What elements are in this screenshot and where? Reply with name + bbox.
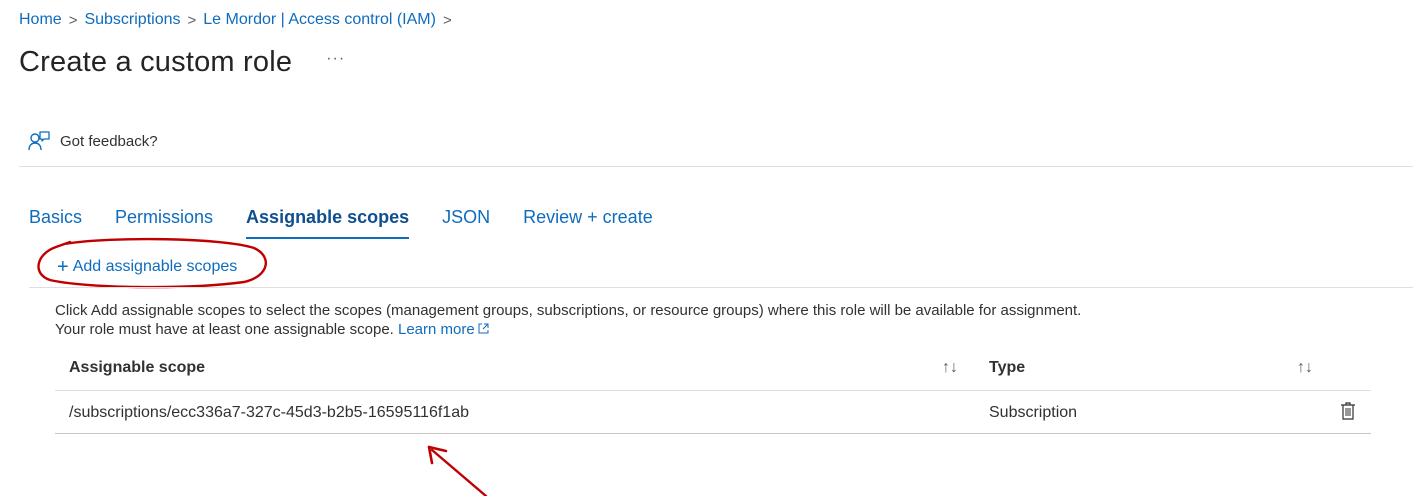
breadcrumb-home[interactable]: Home bbox=[19, 11, 62, 29]
divider bbox=[19, 166, 1413, 167]
learn-more-link[interactable]: Learn more bbox=[398, 321, 489, 338]
plus-icon: + bbox=[57, 256, 69, 278]
breadcrumb-access-control[interactable]: Le Mordor | Access control (IAM) bbox=[203, 11, 436, 29]
type-cell: Subscription bbox=[989, 404, 1078, 421]
trash-icon bbox=[1341, 402, 1355, 420]
info-line-2: Your role must have at least one assigna… bbox=[55, 320, 1081, 339]
breadcrumb-separator: > bbox=[187, 11, 197, 29]
add-assignable-scopes-label: Add assignable scopes bbox=[72, 258, 238, 275]
breadcrumb-separator: > bbox=[68, 11, 78, 29]
tab-json[interactable]: JSON bbox=[442, 207, 490, 239]
table-header: Assignable scope ↑↓ Type ↑↓ bbox=[55, 350, 1371, 391]
column-header-type[interactable]: Type bbox=[989, 359, 1025, 377]
sort-icon[interactable]: ↑↓ bbox=[942, 359, 958, 377]
delete-button[interactable] bbox=[1340, 401, 1356, 426]
learn-more-label: Learn more bbox=[398, 321, 475, 338]
feedback-icon bbox=[28, 131, 50, 151]
scope-cell: /subscriptions/ecc336a7-327c-45d3-b2b5-1… bbox=[69, 404, 469, 421]
external-link-icon bbox=[478, 323, 489, 334]
feedback-label: Got feedback? bbox=[60, 132, 158, 150]
breadcrumb-subscriptions[interactable]: Subscriptions bbox=[84, 11, 180, 29]
info-line-2-text: Your role must have at least one assigna… bbox=[55, 321, 394, 338]
title-row: Create a custom role ··· bbox=[19, 46, 345, 79]
tab-permissions[interactable]: Permissions bbox=[115, 207, 213, 239]
tab-basics[interactable]: Basics bbox=[29, 207, 82, 239]
page-title: Create a custom role bbox=[19, 46, 293, 78]
tab-bar: Basics Permissions Assignable scopes JSO… bbox=[29, 207, 686, 239]
add-assignable-scopes-button[interactable]: + Add assignable scopes bbox=[57, 256, 238, 278]
info-text: Click Add assignable scopes to select th… bbox=[55, 301, 1081, 339]
column-header-assignable-scope[interactable]: Assignable scope bbox=[69, 359, 205, 377]
info-line-1: Click Add assignable scopes to select th… bbox=[55, 302, 1082, 319]
tab-assignable-scopes[interactable]: Assignable scopes bbox=[246, 207, 410, 239]
table-row: /subscriptions/ecc336a7-327c-45d3-b2b5-1… bbox=[55, 391, 1371, 434]
feedback-button[interactable]: Got feedback? bbox=[27, 130, 158, 152]
sort-icon[interactable]: ↑↓ bbox=[1297, 359, 1313, 377]
tab-review-create[interactable]: Review + create bbox=[523, 207, 653, 239]
assignable-scopes-table: Assignable scope ↑↓ Type ↑↓ /subscriptio… bbox=[55, 350, 1371, 434]
divider bbox=[29, 287, 1413, 288]
breadcrumb-separator: > bbox=[442, 11, 452, 29]
more-options-button[interactable]: ··· bbox=[326, 50, 345, 68]
annotation-arrow bbox=[427, 445, 488, 496]
breadcrumb: Home > Subscriptions > Le Mordor | Acces… bbox=[19, 11, 459, 29]
